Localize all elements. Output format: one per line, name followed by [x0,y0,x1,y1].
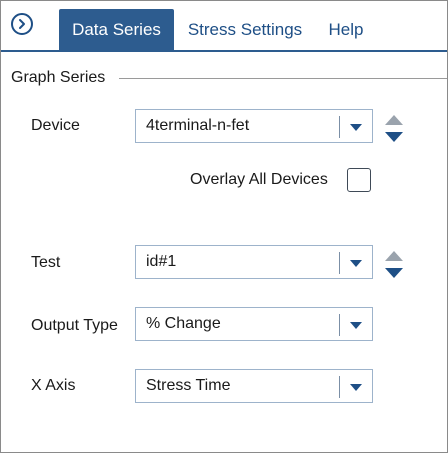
overlay-checkbox[interactable] [347,168,371,192]
chevron-down-icon [350,322,362,329]
chevron-down-icon [350,384,362,391]
group-title: Graph Series [11,69,112,87]
step-down-icon[interactable] [385,268,403,278]
tab-stress-settings[interactable]: Stress Settings [179,9,311,50]
x-axis-select[interactable]: Stress Time [135,369,373,403]
chevron-down-icon [350,260,362,267]
group-divider [119,78,447,79]
step-up-icon[interactable] [385,251,403,261]
chevron-right-circle-icon [19,19,25,29]
select-divider [339,252,340,274]
tab-label: Stress Settings [187,19,303,39]
expand-button[interactable] [11,13,33,35]
overlay-label: Overlay All Devices [190,171,328,188]
tab-label: Help [328,19,364,39]
tab-label: Data Series [72,19,161,39]
test-label: Test [31,254,61,271]
select-divider [339,314,340,336]
tab-help[interactable]: Help [319,9,373,50]
test-stepper[interactable] [383,246,405,284]
step-down-icon[interactable] [385,132,403,142]
chevron-down-icon [350,124,362,131]
device-select[interactable]: 4terminal-n-fet [135,109,373,143]
device-value: 4terminal-n-fet [146,117,250,134]
select-divider [339,116,340,138]
output-type-select[interactable]: % Change [135,307,373,341]
output-type-label: Output Type [31,317,118,334]
x-axis-value: Stress Time [146,377,231,394]
tab-bar: Data Series Stress Settings Help [1,1,447,52]
select-divider [339,376,340,398]
x-axis-label: X Axis [31,377,76,394]
test-value: id#1 [146,253,177,270]
tab-data-series[interactable]: Data Series [59,9,174,50]
data-series-panel: Data Series Stress Settings Help Graph S… [0,0,448,453]
device-label: Device [31,117,80,134]
output-type-value: % Change [146,315,221,332]
test-select[interactable]: id#1 [135,245,373,279]
device-stepper[interactable] [383,110,405,148]
step-up-icon[interactable] [385,115,403,125]
